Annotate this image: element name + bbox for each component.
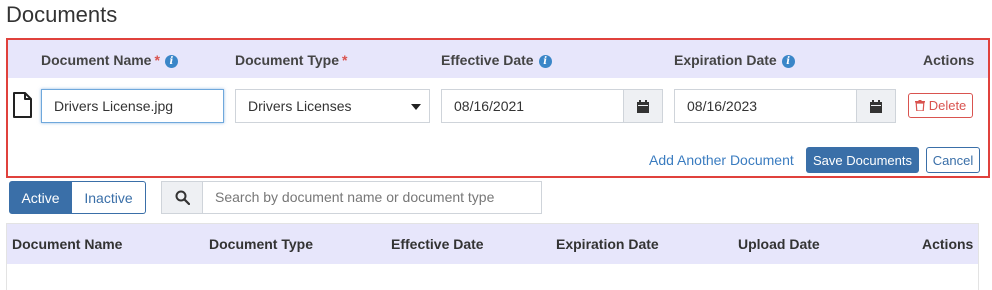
delete-button-label: Delete (928, 98, 967, 113)
chevron-down-icon (411, 104, 421, 110)
column-header-actions: Actions (922, 236, 974, 252)
filter-active-button[interactable]: Active (9, 181, 72, 214)
filter-inactive-button[interactable]: Inactive (72, 181, 146, 214)
document-name-header: Document Name * i (41, 52, 178, 68)
document-type-header: Document Type * (235, 52, 348, 68)
document-type-value: Drivers Licenses (248, 98, 352, 114)
add-another-document-link[interactable]: Add Another Document (649, 152, 794, 168)
column-header-document-name[interactable]: Document Name (12, 236, 122, 252)
document-upload-panel: Document Name * i Document Type * Effective… (6, 38, 990, 178)
effective-date-input[interactable]: 08/16/2021 (441, 89, 624, 123)
save-documents-button[interactable]: Save Documents (806, 147, 919, 173)
effective-date-header: Effective Date i (441, 52, 552, 68)
effective-date-calendar-button[interactable] (623, 89, 663, 123)
effective-date-picker: 08/16/2021 (441, 89, 663, 123)
expiration-date-header: Expiration Date i (674, 52, 795, 68)
search-icon (175, 190, 190, 205)
expiration-date-calendar-button[interactable] (856, 89, 896, 123)
actions-header: Actions (923, 52, 975, 68)
calendar-icon (870, 99, 882, 113)
search-input[interactable]: Search by document name or document type (203, 182, 541, 213)
required-mark: * (154, 52, 160, 68)
info-icon[interactable]: i (164, 55, 178, 68)
document-type-select[interactable]: Drivers Licenses (235, 89, 430, 123)
cancel-button[interactable]: Cancel (926, 147, 980, 173)
required-mark: * (341, 52, 348, 68)
expiration-date-picker: 08/16/2023 (674, 89, 896, 123)
delete-button[interactable]: Delete (908, 93, 973, 118)
column-header-upload-date[interactable]: Upload Date (738, 236, 820, 252)
status-filter-toggle: Active Inactive (9, 181, 146, 214)
info-icon[interactable]: i (781, 55, 795, 68)
documents-table-header: Document Name Document Type Effective Da… (7, 224, 978, 264)
search-bar: Search by document name or document type (161, 181, 542, 214)
column-header-document-type[interactable]: Document Type (209, 236, 313, 252)
documents-table: Document Name Document Type Effective Da… (6, 223, 979, 290)
expiration-date-input[interactable]: 08/16/2023 (674, 89, 857, 123)
trash-icon (914, 100, 925, 111)
search-button[interactable] (162, 182, 203, 213)
column-header-expiration-date[interactable]: Expiration Date (556, 236, 659, 252)
upload-form-header: Document Name * i Document Type * Effective… (8, 40, 988, 78)
file-icon (13, 92, 32, 118)
page-title: Documents (6, 2, 118, 27)
info-icon[interactable]: i (538, 55, 552, 68)
calendar-icon (637, 99, 649, 113)
document-name-input[interactable]: Drivers License.jpg (41, 89, 224, 123)
column-header-effective-date[interactable]: Effective Date (391, 236, 484, 252)
